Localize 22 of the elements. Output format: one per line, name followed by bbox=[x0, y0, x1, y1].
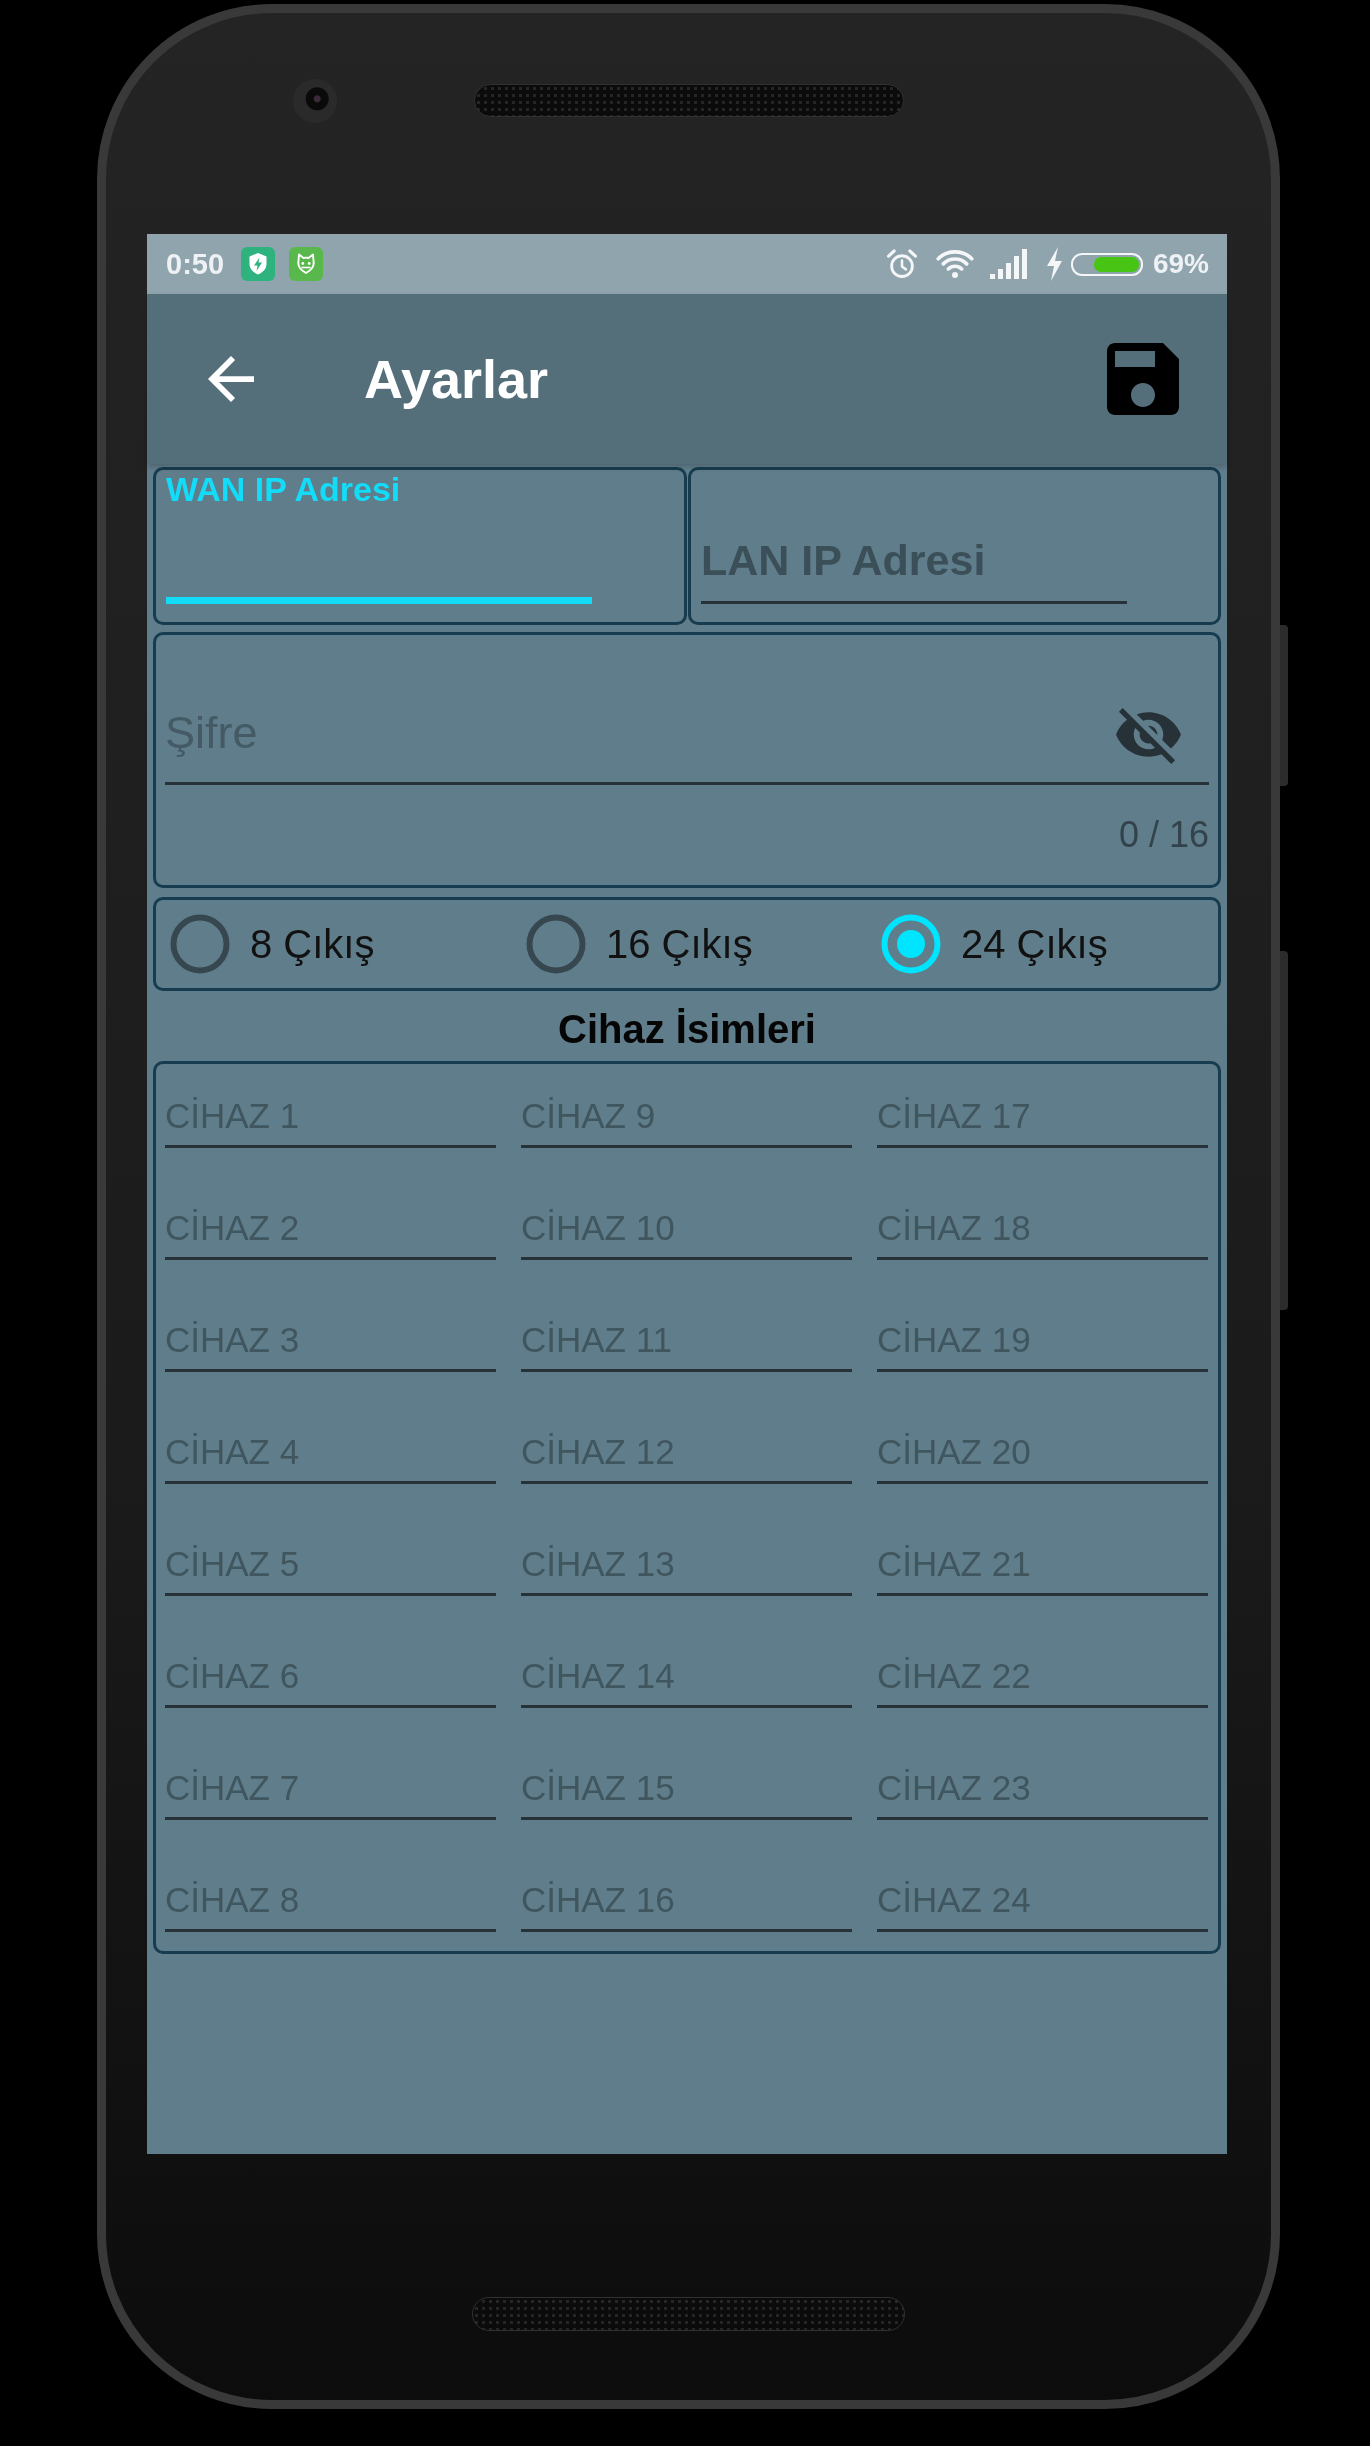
cat-face-icon bbox=[289, 247, 324, 281]
alarm-clock-icon bbox=[884, 247, 919, 281]
character-counter: 0 / 16 bbox=[1118, 813, 1209, 857]
radio-label[interactable]: 24 Çıkış bbox=[961, 921, 1108, 967]
shield-icon bbox=[241, 247, 276, 281]
field-label: WAN IP Adresi bbox=[166, 470, 401, 508]
section-title: Cihaz İsimleri bbox=[558, 1006, 816, 1052]
charging-bolt-icon bbox=[1045, 247, 1063, 281]
camera-lens bbox=[293, 79, 337, 123]
radio-label[interactable]: 8 Çıkış bbox=[250, 921, 375, 967]
radio-button[interactable] bbox=[526, 914, 586, 974]
battery-percent: 69% bbox=[1152, 248, 1209, 280]
screen-title: Ayarlar bbox=[364, 348, 549, 410]
radio-label[interactable]: 16 Çıkış bbox=[606, 921, 753, 967]
radio-button[interactable] bbox=[170, 914, 230, 974]
battery-icon bbox=[1070, 252, 1143, 276]
status-time: 0:50 bbox=[166, 247, 225, 281]
back-arrow-icon[interactable] bbox=[208, 356, 254, 402]
eye-slash-icon[interactable] bbox=[1116, 707, 1181, 765]
wifi-icon bbox=[935, 249, 974, 279]
text-field-box[interactable]: WAN IP Adresi bbox=[153, 467, 687, 625]
signal-icon bbox=[989, 249, 1030, 279]
